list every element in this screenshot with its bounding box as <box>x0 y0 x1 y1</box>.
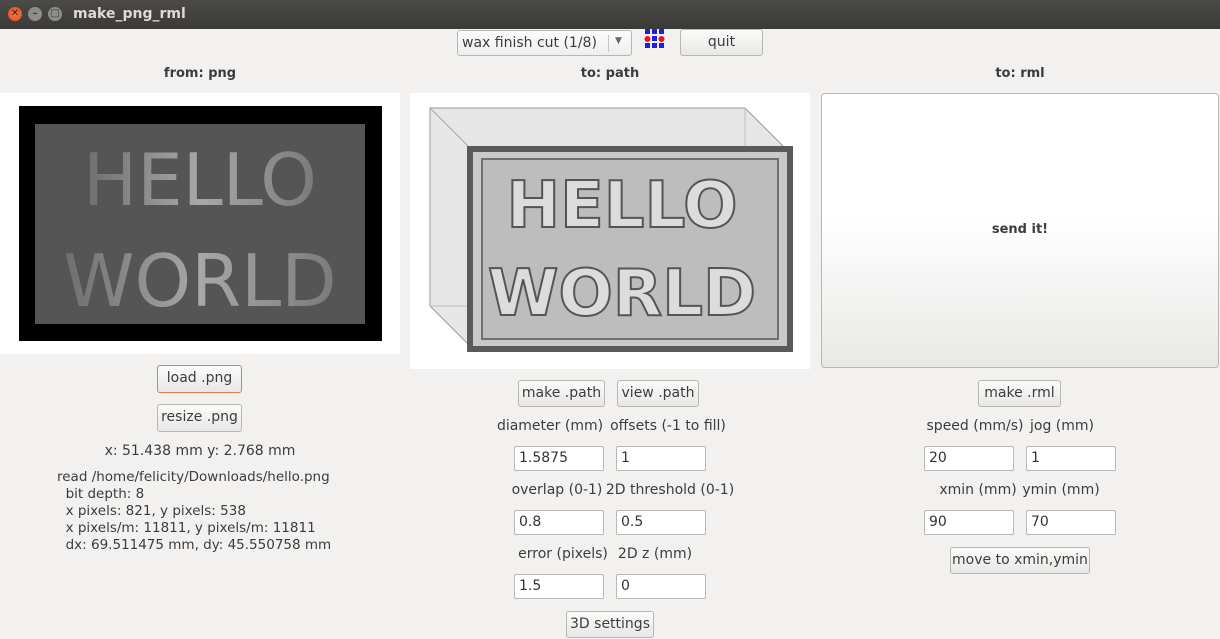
make-path-button[interactable]: make .path <box>518 380 605 407</box>
png-heading: from: png <box>163 66 237 81</box>
png-info: read /home/felicity/Downloads/hello.png … <box>57 469 331 554</box>
png-preview: HELLO WORLD <box>0 93 400 354</box>
png-info-line: x pixels/m: 11811, y pixels/m: 11811 <box>57 520 316 536</box>
png-info-line: dx: 69.511475 mm, dy: 45.550758 mm <box>57 537 332 553</box>
threshold-field[interactable]: 0.5 <box>616 510 706 535</box>
window-title: make_png_rml <box>73 6 186 22</box>
settings-3d-button[interactable]: 3D settings <box>566 611 654 638</box>
ymin-label: ymin (mm) <box>1022 482 1100 498</box>
error-field[interactable]: 1.5 <box>514 574 604 599</box>
png-info-line: read /home/felicity/Downloads/hello.png <box>57 469 330 485</box>
speed-field[interactable]: 20 <box>924 446 1014 471</box>
path-heading: to: path <box>580 66 640 81</box>
path-text-line-1: HELLO <box>507 169 738 243</box>
path-preview-image: HELLO WORLD <box>429 107 793 352</box>
offsets-field[interactable]: 1 <box>616 446 706 471</box>
cursor-coords: x: 51.438 mm y: 2.768 mm <box>104 443 296 459</box>
ymin-field[interactable]: 70 <box>1026 510 1116 535</box>
png-text-line-1: HELLO <box>83 138 317 222</box>
view-path-button[interactable]: view .path <box>617 380 699 407</box>
title-bar: ✕ – □ make_png_rml <box>0 0 1220 29</box>
send-it-button[interactable]: send it! <box>821 93 1219 368</box>
process-select[interactable]: wax finish cut (1/8) ▼ <box>457 30 632 56</box>
minimize-icon[interactable]: – <box>28 7 42 21</box>
combo-separator <box>608 35 609 52</box>
jog-label: jog (mm) <box>1030 418 1094 434</box>
offsets-label: offsets (-1 to fill) <box>610 418 726 434</box>
maximize-icon[interactable]: □ <box>48 7 62 21</box>
path-preview: HELLO WORLD <box>410 93 810 369</box>
jog-field[interactable]: 1 <box>1026 446 1116 471</box>
resize-png-button[interactable]: resize .png <box>157 404 242 432</box>
quit-button[interactable]: quit <box>680 29 763 56</box>
load-png-button[interactable]: load .png <box>157 365 242 393</box>
fab-logo-icon <box>644 29 665 48</box>
z-field[interactable]: 0 <box>616 574 706 599</box>
png-preview-image: HELLO WORLD <box>19 106 382 341</box>
chevron-down-icon: ▼ <box>615 36 622 46</box>
send-it-label: send it! <box>991 222 1049 237</box>
z-label: 2D z (mm) <box>617 546 693 562</box>
path-text-line-2: WORLD <box>488 257 756 331</box>
overlap-field[interactable]: 0.8 <box>514 510 604 535</box>
make-rml-button[interactable]: make .rml <box>978 380 1061 407</box>
diameter-field[interactable]: 1.5875 <box>514 446 604 471</box>
xmin-field[interactable]: 90 <box>924 510 1014 535</box>
png-info-line: bit depth: 8 <box>57 486 145 502</box>
png-info-line: x pixels: 821, y pixels: 538 <box>57 503 246 519</box>
move-to-origin-button[interactable]: move to xmin,ymin <box>950 547 1090 574</box>
png-text-line-2: WORLD <box>63 239 336 323</box>
close-icon[interactable]: ✕ <box>8 7 22 21</box>
threshold-label: 2D threshold (0-1) <box>605 482 735 498</box>
process-select-value: wax finish cut (1/8) <box>462 35 597 51</box>
rml-heading: to: rml <box>995 66 1045 81</box>
